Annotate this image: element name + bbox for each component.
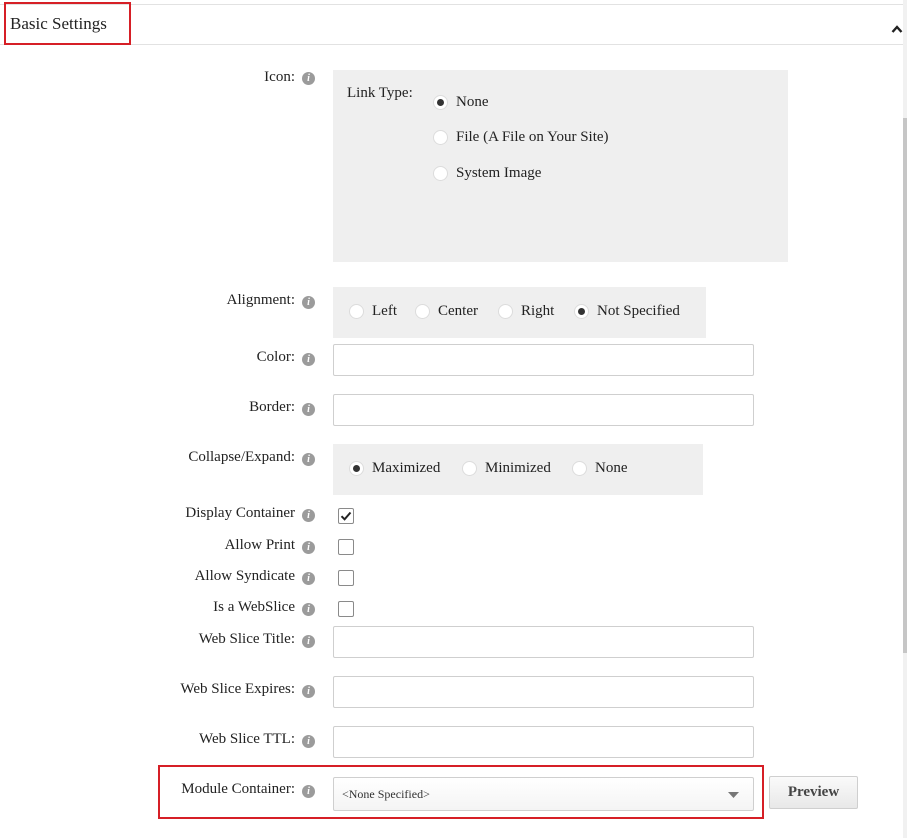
web-slice-title-label: Web Slice Title:	[198, 631, 295, 647]
alignment-not-specified-option[interactable]: Not Specified	[574, 303, 680, 320]
color-label: Color:	[256, 349, 295, 365]
alignment-center-radio[interactable]	[415, 304, 430, 319]
web-slice-expires-input[interactable]	[333, 676, 754, 708]
alignment-right-label: Right	[521, 303, 555, 319]
info-icon[interactable]: i	[302, 403, 315, 416]
module-container-selected-value: <None Specified>	[342, 787, 430, 801]
module-container-label: Module Container:	[181, 781, 295, 797]
checkmark-icon	[340, 511, 352, 521]
allow-syndicate-label: Allow Syndicate	[194, 568, 295, 584]
allow-print-label: Allow Print	[224, 537, 295, 553]
info-icon[interactable]: i	[302, 353, 315, 366]
chevron-up-icon[interactable]	[891, 21, 903, 33]
link-type-system-image-radio[interactable]	[433, 166, 448, 181]
info-icon[interactable]: i	[302, 72, 315, 85]
info-icon[interactable]: i	[302, 509, 315, 522]
link-type-none-label: None	[456, 94, 489, 110]
info-icon[interactable]: i	[302, 572, 315, 585]
color-input[interactable]	[333, 344, 754, 376]
preview-button[interactable]: Preview	[769, 776, 858, 809]
info-icon[interactable]: i	[302, 635, 315, 648]
alignment-label: Alignment:	[226, 292, 295, 308]
caret-down-icon	[728, 792, 739, 798]
display-container-label: Display Container	[185, 505, 295, 521]
alignment-center-option[interactable]: Center	[415, 303, 478, 320]
collapse-none-label: None	[595, 460, 628, 476]
web-slice-title-input[interactable]	[333, 626, 754, 658]
link-type-none-radio[interactable]	[433, 95, 448, 110]
collapse-maximized-option[interactable]: Maximized	[349, 460, 440, 477]
info-icon[interactable]: i	[302, 785, 315, 798]
scrollbar-thumb[interactable]	[903, 118, 907, 653]
collapse-maximized-label: Maximized	[372, 460, 441, 476]
info-icon[interactable]: i	[302, 735, 315, 748]
alignment-right-option[interactable]: Right	[498, 303, 554, 320]
alignment-not-specified-label: Not Specified	[597, 303, 680, 319]
link-type-file-option[interactable]: File (A File on Your Site)	[433, 129, 609, 146]
link-type-file-radio[interactable]	[433, 130, 448, 145]
allow-syndicate-checkbox[interactable]	[338, 570, 354, 586]
section-title[interactable]: Basic Settings	[4, 2, 131, 45]
collapse-minimized-option[interactable]: Minimized	[462, 460, 551, 477]
link-type-file-label: File (A File on Your Site)	[456, 129, 609, 145]
is-webslice-checkbox[interactable]	[338, 601, 354, 617]
info-icon[interactable]: i	[302, 453, 315, 466]
link-type-label: Link Type:	[347, 85, 413, 101]
alignment-left-label: Left	[372, 303, 397, 319]
link-type-system-image-label: System Image	[456, 165, 542, 181]
is-webslice-label: Is a WebSlice	[213, 599, 295, 615]
web-slice-expires-label: Web Slice Expires:	[180, 681, 295, 697]
collapse-none-option[interactable]: None	[572, 460, 628, 477]
web-slice-ttl-input[interactable]	[333, 726, 754, 758]
info-icon[interactable]: i	[302, 685, 315, 698]
collapse-maximized-radio[interactable]	[349, 461, 364, 476]
alignment-not-specified-radio[interactable]	[574, 304, 589, 319]
link-type-none-option[interactable]: None	[433, 94, 489, 111]
module-container-select[interactable]: <None Specified>	[333, 777, 754, 811]
alignment-left-option[interactable]: Left	[349, 303, 397, 320]
info-icon[interactable]: i	[302, 296, 315, 309]
border-input[interactable]	[333, 394, 754, 426]
icon-label: Icon:	[264, 69, 295, 85]
collapse-none-radio[interactable]	[572, 461, 587, 476]
alignment-center-label: Center	[438, 303, 478, 319]
collapse-minimized-label: Minimized	[485, 460, 551, 476]
web-slice-ttl-label: Web Slice TTL:	[199, 731, 295, 747]
collapse-minimized-radio[interactable]	[462, 461, 477, 476]
alignment-right-radio[interactable]	[498, 304, 513, 319]
link-type-system-image-option[interactable]: System Image	[433, 165, 541, 182]
collapse-expand-label: Collapse/Expand:	[188, 449, 295, 465]
alignment-left-radio[interactable]	[349, 304, 364, 319]
allow-print-checkbox[interactable]	[338, 539, 354, 555]
section-header[interactable]	[0, 5, 904, 45]
info-icon[interactable]: i	[302, 603, 315, 616]
info-icon[interactable]: i	[302, 541, 315, 554]
border-label: Border:	[249, 399, 295, 415]
scrollbar[interactable]	[903, 0, 907, 838]
display-container-checkbox[interactable]	[338, 508, 354, 524]
